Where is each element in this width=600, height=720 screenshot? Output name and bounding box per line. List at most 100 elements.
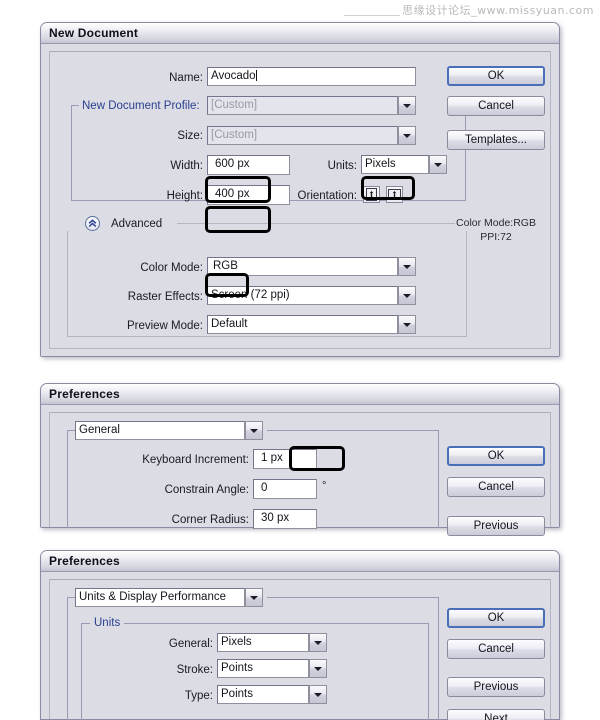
info-ppi: PPI:72 [480,231,512,243]
new-document-ok-button[interactable]: OK [447,66,545,86]
new-document-title: New Document [49,26,139,40]
preferences-general-dialog: Preferences General Keyboard Increment: … [40,383,560,536]
profile-group-bracket-left [71,105,72,201]
document-name-value: Avocado [211,70,256,82]
preferences-units-next-button[interactable]: Next [447,709,545,720]
preferences-units-dialog: Preferences Units & Display Performance … [40,550,560,720]
preferences-general-ok-button[interactable]: OK [447,446,545,466]
units-stroke-select[interactable]: Points [217,659,327,678]
advanced-disclosure-button[interactable] [85,216,100,231]
corner-radius-value: 30 px [261,512,290,524]
keyboard-increment-input[interactable]: 1 px [253,449,317,469]
size-value: [Custom] [207,126,398,145]
color-mode-select[interactable]: RGB [207,257,416,276]
color-mode-value: RGB [207,257,398,276]
preferences-units-titlebar[interactable]: Preferences [41,551,559,572]
units-group-bracket-left [67,597,68,720]
constrain-angle-value: 0 [261,482,268,494]
units-group-bracket-right [438,597,439,720]
raster-effects-value: Screen (72 ppi) [207,286,398,305]
new-document-cancel-button[interactable]: Cancel [447,96,545,116]
preview-mode-select[interactable]: Default [207,315,416,334]
preferences-panel-value-units: Units & Display Performance [75,588,245,607]
corner-radius-input[interactable]: 30 px [253,509,317,529]
chevron-down-icon[interactable] [245,421,263,440]
general-group-bracket-right [438,430,439,528]
new-document-titlebar[interactable]: New Document [41,23,559,44]
units-general-label: General: [168,638,213,650]
preferences-general-title: Preferences [49,387,120,401]
units-group-bracket-top-right [267,597,439,598]
preferences-units-ok-button[interactable]: OK [447,608,545,628]
raster-effects-label: Raster Effects: [127,291,203,303]
chevron-down-icon[interactable] [398,315,416,334]
new-document-profile-label: New Document Profile: [79,99,215,113]
width-input[interactable]: 600 px [207,155,290,175]
advanced-section-rule [177,223,455,224]
corner-radius-label: Corner Radius: [171,514,249,526]
preferences-panel-select-general[interactable]: General [75,421,263,440]
constrain-angle-input[interactable]: 0 [253,479,317,499]
chevron-down-icon[interactable] [398,126,416,145]
degree-symbol: ° [322,480,327,492]
orientation-landscape-button[interactable] [386,186,403,203]
chevron-down-icon[interactable] [309,685,327,704]
units-stroke-label: Stroke: [176,664,213,676]
units-type-value: Points [217,685,309,704]
new-document-dialog: New Document Name: Avocado New Document … [40,22,560,357]
preferences-panel-select-units[interactable]: Units & Display Performance [75,588,263,607]
general-group-bracket-top-left [67,430,75,431]
chevron-down-icon[interactable] [309,633,327,652]
orientation-label: Orientation: [297,190,357,202]
preview-mode-label: Preview Mode: [126,320,203,332]
chevron-down-icon[interactable] [309,659,327,678]
preferences-units-previous-button[interactable]: Previous [447,677,545,697]
preferences-units-body: Units & Display Performance Units Genera… [41,573,559,720]
chevron-double-up-icon [88,219,97,228]
keyboard-increment-label: Keyboard Increment: [142,454,249,466]
chevron-down-icon[interactable] [398,96,416,115]
preferences-general-cancel-button[interactable]: Cancel [447,477,545,497]
watermark-text: 思缘设计论坛_www.missyuan.com [402,4,594,17]
general-group-bracket-left [67,430,68,528]
height-value: 400 px [215,188,250,200]
document-name-input[interactable]: Avocado [207,67,416,86]
units-groupbox-title: Units [90,617,125,630]
units-type-select[interactable]: Points [217,685,327,704]
preferences-units-cancel-button[interactable]: Cancel [447,639,545,659]
units-general-select[interactable]: Pixels [217,633,327,652]
chevron-down-icon[interactable] [398,286,416,305]
general-group-bracket-top-right [267,430,439,431]
units-select[interactable]: Pixels [361,155,447,174]
profile-group-bracket-right [465,105,466,201]
color-mode-label: Color Mode: [140,262,203,274]
preferences-general-previous-button[interactable]: Previous [447,516,545,536]
watermark: 思缘设计论坛_www.missyuan.com [344,2,594,18]
chevron-down-icon[interactable] [398,257,416,276]
units-stroke-value: Points [217,659,309,678]
new-document-profile-select[interactable]: [Custom] [207,96,416,115]
height-label: Height: [166,190,203,202]
preferences-general-titlebar[interactable]: Preferences [41,384,559,405]
size-select[interactable]: [Custom] [207,126,416,145]
chevron-down-icon[interactable] [429,155,447,174]
new-document-profile-value: [Custom] [207,96,398,115]
size-label: Size: [177,130,203,142]
units-label: Units: [327,160,357,172]
width-label: Width: [170,160,203,172]
preferences-general-body: General Keyboard Increment: 1 px Constra… [41,406,559,536]
raster-effects-select[interactable]: Screen (72 ppi) [207,286,416,305]
units-general-value: Pixels [217,633,309,652]
portrait-icon [366,188,377,201]
chevron-down-icon[interactable] [245,588,263,607]
units-value: Pixels [361,155,429,174]
width-value: 600 px [215,158,250,170]
info-color-mode: Color Mode:RGB [456,217,536,229]
orientation-portrait-button[interactable] [363,186,380,203]
keyboard-increment-value: 1 px [261,452,283,464]
new-document-templates-button[interactable]: Templates... [447,130,545,150]
landscape-icon [388,189,401,200]
units-type-label: Type: [184,690,213,702]
constrain-angle-label: Constrain Angle: [164,484,249,496]
preferences-units-title: Preferences [49,554,120,568]
